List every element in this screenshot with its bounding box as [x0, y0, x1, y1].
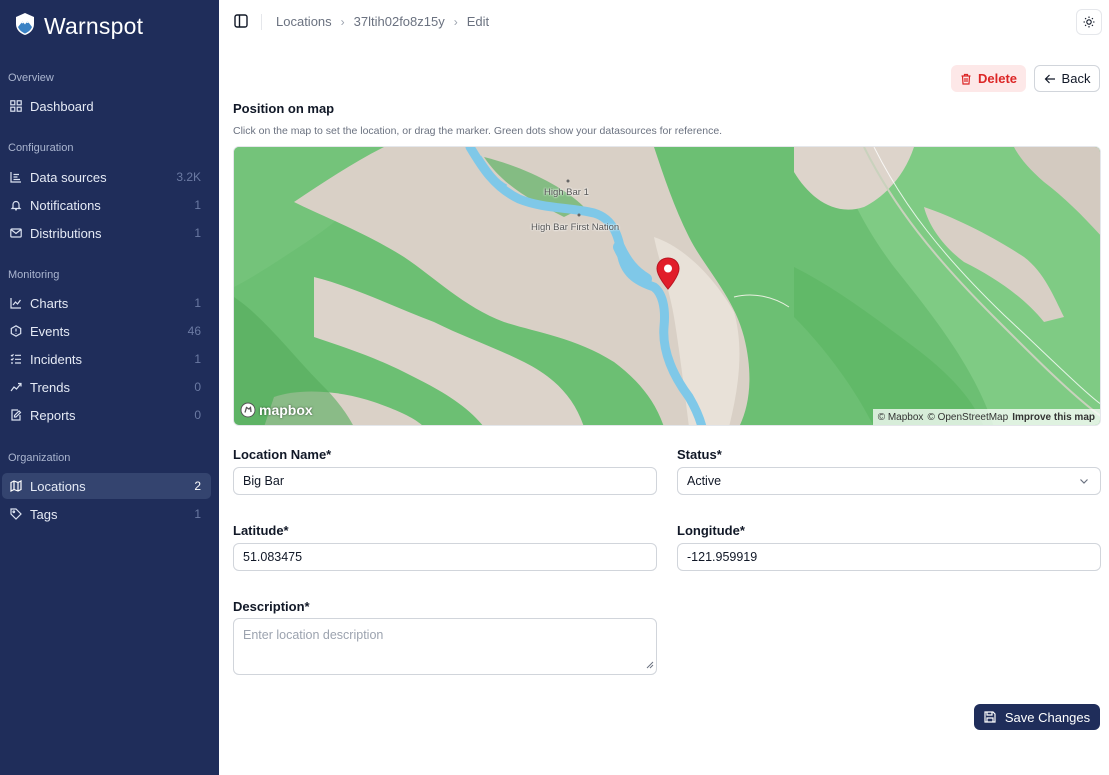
- improve-map-link[interactable]: Improve this map: [1012, 412, 1095, 423]
- save-icon: [984, 711, 996, 723]
- list-icon: [9, 170, 23, 184]
- sidebar-item-incidents[interactable]: Incidents 1: [2, 346, 211, 372]
- chevron-down-icon: [1078, 475, 1090, 490]
- sidebar-item-label: Distributions: [30, 225, 102, 241]
- mapbox-logo-text: mapbox: [259, 402, 313, 418]
- list-checks-icon: [9, 352, 23, 366]
- attribution-osm-link[interactable]: © OpenStreetMap: [927, 412, 1008, 423]
- status-label: Status*: [677, 447, 722, 462]
- attribution-mapbox-link[interactable]: © Mapbox: [878, 412, 924, 423]
- location-map[interactable]: High Bar 1 High Bar First Nation mapbox …: [233, 146, 1101, 426]
- sidebar-item-count: 1: [194, 226, 201, 240]
- sidebar-item-trends[interactable]: Trends 0: [2, 374, 211, 400]
- location-name-label: Location Name*: [233, 447, 332, 462]
- sidebar-item-reports[interactable]: Reports 0: [2, 402, 211, 428]
- top-bar: Locations › 37ltih02fo8z15y › Edit: [219, 0, 1109, 44]
- sidebar-item-count: 1: [194, 296, 201, 310]
- sidebar-item-count: 1: [194, 198, 201, 212]
- sidebar-item-label: Events: [30, 323, 70, 339]
- sidebar-item-count: 3.2K: [176, 170, 201, 184]
- mail-icon: [9, 226, 23, 240]
- sidebar-item-notifications[interactable]: Notifications 1: [2, 192, 211, 218]
- map-icon: [9, 479, 23, 493]
- sidebar-item-label: Tags: [30, 506, 58, 522]
- sidebar-item-count: 0: [194, 380, 201, 394]
- bell-icon: [9, 198, 23, 212]
- sidebar-item-tags[interactable]: Tags 1: [2, 501, 211, 527]
- sidebar-item-label: Notifications: [30, 197, 101, 213]
- sidebar-item-locations[interactable]: Locations 2: [2, 473, 211, 499]
- sidebar-item-count: 46: [187, 324, 201, 338]
- tag-icon: [9, 507, 23, 521]
- sidebar-item-label: Locations: [30, 478, 86, 494]
- description-textarea[interactable]: Enter location description: [233, 618, 657, 675]
- sidebar-item-count: 1: [194, 352, 201, 366]
- nav-section-configuration: Configuration: [8, 142, 74, 154]
- sidebar-item-data-sources[interactable]: Data sources 3.2K: [2, 164, 211, 190]
- map-section-hint: Click on the map to set the location, or…: [233, 125, 723, 137]
- delete-button[interactable]: Delete: [951, 65, 1026, 92]
- sun-icon: [1083, 16, 1095, 28]
- sidebar-item-charts[interactable]: Charts 1: [2, 290, 211, 316]
- map-attribution: © Mapbox © OpenStreetMap Improve this ma…: [872, 409, 1100, 425]
- divider: [261, 14, 262, 30]
- map-section-title: Position on map: [233, 101, 335, 116]
- line-chart-icon: [9, 296, 23, 310]
- breadcrumb-locations[interactable]: Locations: [276, 14, 332, 29]
- sidebar-item-label: Data sources: [30, 169, 107, 185]
- sidebar-item-label: Reports: [30, 407, 76, 423]
- status-select[interactable]: Active: [677, 467, 1101, 495]
- chevron-right-icon: ›: [453, 14, 458, 29]
- breadcrumb: Locations › 37ltih02fo8z15y › Edit: [276, 14, 489, 29]
- warnspot-logo-icon: [14, 12, 36, 41]
- arrow-left-icon: [1044, 74, 1055, 83]
- grid-icon: [9, 99, 23, 113]
- chevron-right-icon: ›: [340, 14, 345, 29]
- app-name: Warnspot: [44, 12, 144, 39]
- save-label: Save Changes: [1004, 709, 1091, 725]
- sidebar-item-count: 0: [194, 408, 201, 422]
- nav-section-monitoring: Monitoring: [8, 269, 60, 281]
- map-label-high-bar-first-nation: High Bar First Nation: [531, 222, 620, 233]
- mapbox-icon: [240, 402, 256, 418]
- trash-icon: [961, 73, 971, 85]
- map-label-high-bar-1: High Bar 1: [544, 187, 589, 198]
- theme-toggle-button[interactable]: [1076, 9, 1102, 35]
- back-button[interactable]: Back: [1034, 65, 1100, 92]
- location-name-input[interactable]: Big Bar: [233, 467, 657, 495]
- trend-icon: [9, 380, 23, 394]
- breadcrumb-edit: Edit: [466, 14, 490, 29]
- sidebar-toggle-icon[interactable]: [234, 14, 250, 30]
- resize-handle-icon[interactable]: [646, 658, 654, 672]
- breadcrumb-location-id[interactable]: 37ltih02fo8z15y: [354, 14, 445, 29]
- sidebar-item-label: Trends: [30, 379, 70, 395]
- sidebar-item-dashboard[interactable]: Dashboard: [2, 93, 211, 119]
- sidebar-item-events[interactable]: Events 46: [2, 318, 211, 344]
- map-marker-icon[interactable]: [655, 257, 681, 291]
- save-changes-button[interactable]: Save Changes: [974, 704, 1100, 730]
- sidebar: Warnspot Overview Dashboard Configuratio…: [0, 0, 219, 775]
- sidebar-item-count: 1: [194, 507, 201, 521]
- nav-section-organization: Organization: [8, 452, 71, 464]
- sidebar-item-label: Charts: [30, 295, 69, 311]
- sidebar-item-count: 2: [194, 479, 201, 493]
- sidebar-item-label: Dashboard: [30, 98, 94, 114]
- latitude-input[interactable]: 51.083475: [233, 543, 657, 571]
- description-label: Description*: [233, 599, 310, 614]
- alert-circle-icon: [9, 324, 23, 338]
- sidebar-item-label: Incidents: [30, 351, 83, 367]
- mapbox-logo[interactable]: mapbox: [240, 402, 313, 418]
- longitude-label: Longitude*: [677, 523, 745, 538]
- longitude-input[interactable]: -121.959919: [677, 543, 1101, 571]
- status-value: Active: [687, 474, 722, 488]
- description-placeholder: Enter location description: [243, 628, 384, 642]
- nav-section-overview: Overview: [8, 72, 54, 84]
- latitude-label: Latitude*: [233, 523, 289, 538]
- delete-label: Delete: [977, 71, 1018, 86]
- report-icon: [9, 408, 23, 422]
- sidebar-item-distributions[interactable]: Distributions 1: [2, 220, 211, 246]
- back-label: Back: [1061, 71, 1091, 86]
- brand[interactable]: Warnspot: [14, 10, 143, 42]
